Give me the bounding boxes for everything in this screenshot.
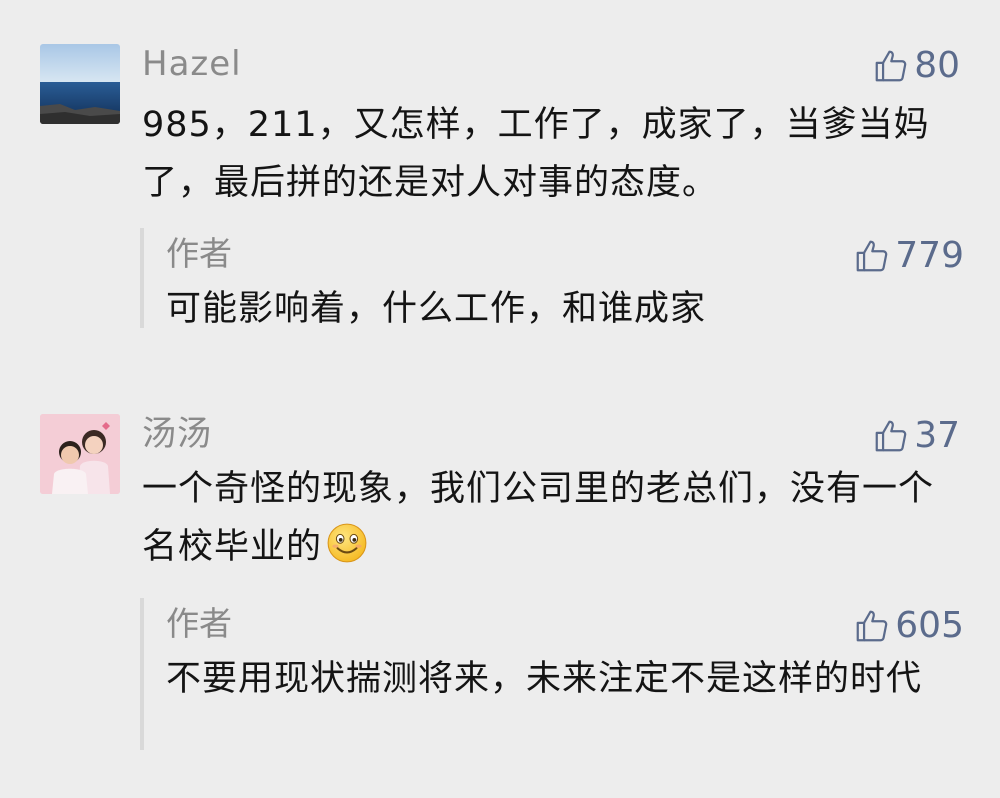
like-button[interactable]: 80 [872, 46, 960, 86]
author-reply: 作者 779 可能影响着，什么工作，和谁成家 [140, 228, 964, 329]
author-reply: 作者 605 不要用现状揣测将来，未来注定不是这样的时代 [140, 598, 964, 750]
thumbs-up-icon [875, 420, 907, 452]
like-button[interactable]: 779 [853, 236, 964, 276]
reply-author: 作者 [166, 604, 232, 643]
like-count: 779 [895, 235, 964, 276]
avatar[interactable] [40, 44, 120, 124]
thumbs-up-icon [856, 610, 888, 642]
thumbs-up-icon [875, 50, 907, 82]
username[interactable]: 汤汤 [142, 414, 212, 454]
reply-author: 作者 [166, 234, 232, 273]
username[interactable]: Hazel [142, 44, 242, 84]
like-count: 37 [914, 415, 960, 456]
comment-text: 985，211，又怎样，工作了，成家了，当爹当妈了，最后拼的还是对人对事的态度。 [142, 105, 930, 203]
avatar[interactable] [40, 414, 120, 494]
smiling-face-emoji-icon [327, 523, 367, 563]
reply-text: 不要用现状揣测将来，未来注定不是这样的时代 [166, 659, 923, 699]
like-button[interactable]: 605 [853, 606, 964, 646]
comment-text: 一个奇怪的现象，我们公司里的老总们，没有一个名校毕业的 [142, 460, 962, 576]
like-count: 80 [914, 45, 960, 86]
reply-text: 可能影响着，什么工作，和谁成家 [166, 289, 707, 329]
thumbs-up-icon [856, 240, 888, 272]
like-button[interactable]: 37 [872, 416, 960, 456]
comment-text-content: 一个奇怪的现象，我们公司里的老总们，没有一个名校毕业的 [142, 469, 935, 567]
like-count: 605 [895, 605, 964, 646]
